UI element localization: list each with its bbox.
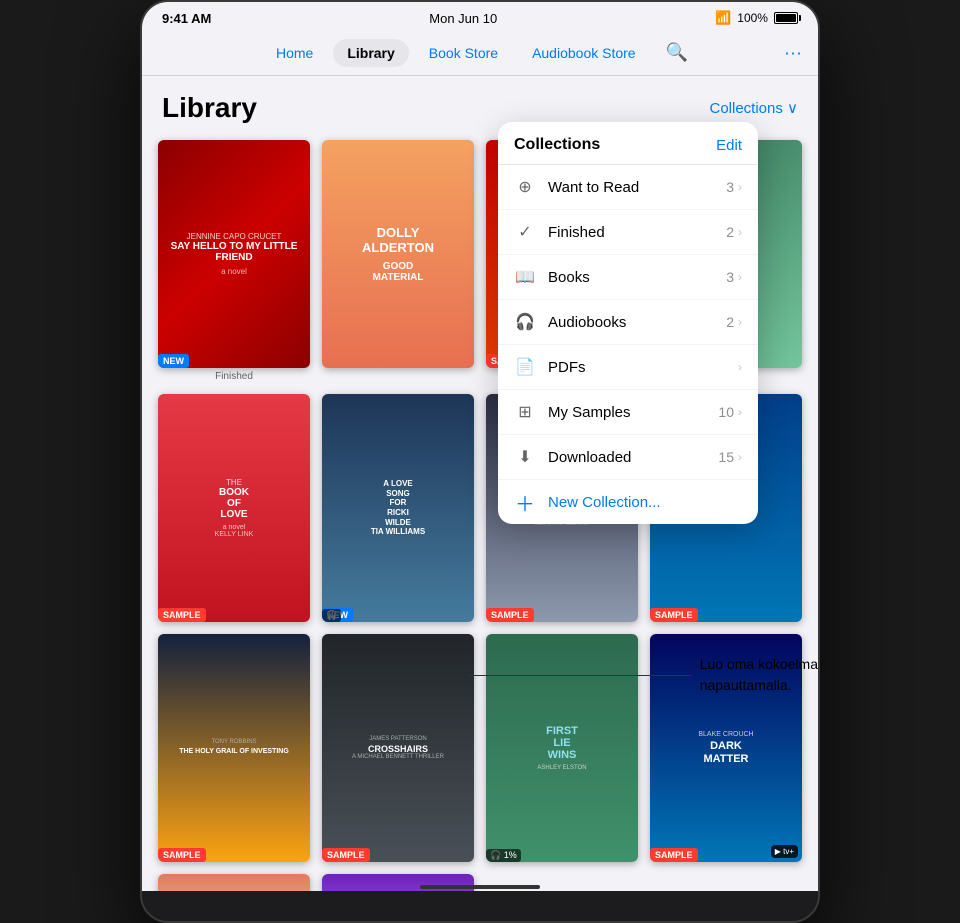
chevron-right-icon-d: › bbox=[738, 450, 742, 464]
dropdown-label-audiobooks: Audiobooks bbox=[548, 314, 726, 331]
nav-tab-home[interactable]: Home bbox=[262, 39, 327, 67]
chevron-right-icon-f: › bbox=[738, 225, 742, 239]
annotation-text: Luo oma kokoelmanapauttamalla. bbox=[700, 654, 818, 696]
dropdown-count-finished: 2 bbox=[726, 224, 734, 240]
status-date: Mon Jun 10 bbox=[429, 11, 497, 26]
book-item-love-song[interactable]: A LOVESONGFORRICKIWILDETIA WILLIAMS NEW … bbox=[322, 394, 474, 622]
annotation-area: Luo oma kokoelmanapauttamalla. bbox=[468, 654, 818, 696]
chevron-right-icon: › bbox=[738, 180, 742, 194]
dropdown-item-want-to-read[interactable]: ⊕ Want to Read 3 › bbox=[498, 165, 758, 210]
library-title: Library bbox=[162, 92, 257, 124]
chevron-right-icon-s: › bbox=[738, 405, 742, 419]
new-collection-item[interactable]: ＋ New Collection... bbox=[498, 480, 758, 524]
annotation-line bbox=[468, 675, 692, 676]
more-button[interactable]: ··· bbox=[784, 42, 802, 63]
chevron-right-icon-b: › bbox=[738, 270, 742, 284]
nav-bar: Home Library Book Store Audiobook Store … bbox=[142, 30, 818, 76]
bookmark-plus-icon: ⊕ bbox=[514, 176, 536, 198]
book-sublabel: Finished bbox=[158, 371, 310, 382]
battery-text: 100% bbox=[737, 11, 768, 25]
book-open-icon: 📖 bbox=[514, 266, 536, 288]
dropdown-count-samples: 10 bbox=[718, 404, 734, 420]
dropdown-label-books: Books bbox=[548, 269, 726, 286]
dropdown-edit-button[interactable]: Edit bbox=[716, 137, 742, 154]
dropdown-title: Collections bbox=[514, 136, 600, 154]
appletv-badge: ▶ tv+ bbox=[771, 845, 798, 858]
audio-badge: 🎧 bbox=[322, 609, 341, 622]
dropdown-count-books: 3 bbox=[726, 269, 734, 285]
dropdown-item-books[interactable]: 📖 Books 3 › bbox=[498, 255, 758, 300]
headphones-icon: 🎧 bbox=[514, 311, 536, 333]
document-icon: 📄 bbox=[514, 356, 536, 378]
book-badge-sample-hg: SAMPLE bbox=[158, 848, 206, 862]
book-item-say-hello[interactable]: JENNINE CAPO CRUCET SAY HELLO TO MY LITT… bbox=[158, 140, 310, 382]
book-badge-sample-m: SAMPLE bbox=[486, 608, 534, 622]
ipad-frame: 9:41 AM Mon Jun 10 📶 100% Home Library B… bbox=[140, 0, 820, 923]
nav-tab-bookstore[interactable]: Book Store bbox=[415, 39, 512, 67]
dropdown-header: Collections Edit bbox=[498, 122, 758, 165]
status-time: 9:41 AM bbox=[162, 11, 211, 26]
book-badge-sample-dm: SAMPLE bbox=[650, 848, 698, 862]
home-indicator bbox=[420, 885, 540, 889]
main-content: Library Collections ∨ JENNINE CAPO CRUCE… bbox=[142, 76, 818, 891]
arrow-down-circle-icon: ⬇ bbox=[514, 446, 536, 468]
status-bar: 9:41 AM Mon Jun 10 📶 100% bbox=[142, 2, 818, 30]
dropdown-label-pdfs: PDFs bbox=[548, 359, 734, 376]
dropdown-item-audiobooks[interactable]: 🎧 Audiobooks 2 › bbox=[498, 300, 758, 345]
dropdown-label-finished: Finished bbox=[548, 224, 726, 241]
book-item-book-of-love[interactable]: THE BOOKOFLOVE a novel KELLY LINK SAMPLE bbox=[158, 394, 310, 622]
collections-button[interactable]: Collections ∨ bbox=[709, 99, 798, 117]
book-item-holy-grail[interactable]: TONY ROBBINS THE HOLY GRAIL OF INVESTING… bbox=[158, 634, 310, 862]
book-item-crosshairs[interactable]: JAMES PATTERSON CROSSHAIRS A MICHAEL BEN… bbox=[322, 634, 474, 862]
wifi-icon: 📶 bbox=[715, 10, 731, 26]
book-item-good-material[interactable]: DOLLYALDERTON GOODMATERIAL bbox=[322, 140, 474, 382]
search-icon[interactable]: 🔍 bbox=[656, 36, 698, 69]
new-collection-label: New Collection... bbox=[548, 494, 661, 511]
plus-icon: ＋ bbox=[514, 491, 536, 513]
nav-tab-library[interactable]: Library bbox=[333, 39, 408, 67]
dropdown-count-want-to-read: 3 bbox=[726, 179, 734, 195]
dropdown-item-downloaded[interactable]: ⬇ Downloaded 15 › bbox=[498, 435, 758, 480]
book-badge-sample-e: SAMPLE bbox=[650, 608, 698, 622]
audio-badge-fl: 🎧 1% bbox=[486, 849, 521, 862]
chevron-right-icon-p: › bbox=[738, 360, 742, 374]
dropdown-count-audiobooks: 2 bbox=[726, 314, 734, 330]
chevron-right-icon-a: › bbox=[738, 315, 742, 329]
dropdown-label-samples: My Samples bbox=[548, 404, 718, 421]
checkmark-circle-icon: ✓ bbox=[514, 221, 536, 243]
collections-dropdown: Collections Edit ⊕ Want to Read 3 › ✓ Fi… bbox=[498, 122, 758, 524]
status-right: 📶 100% bbox=[715, 10, 798, 26]
dropdown-item-finished[interactable]: ✓ Finished 2 › bbox=[498, 210, 758, 255]
dropdown-label-downloaded: Downloaded bbox=[548, 449, 718, 466]
battery-icon bbox=[774, 12, 798, 24]
book-badge-sample-bol: SAMPLE bbox=[158, 608, 206, 622]
dropdown-item-samples[interactable]: ⊞ My Samples 10 › bbox=[498, 390, 758, 435]
dropdown-label-want-to-read: Want to Read bbox=[548, 179, 726, 196]
book-badge-new: NEW bbox=[158, 354, 189, 368]
nav-tab-audiobook[interactable]: Audiobook Store bbox=[518, 39, 650, 67]
dropdown-item-pdfs[interactable]: 📄 PDFs › bbox=[498, 345, 758, 390]
document-grid-icon: ⊞ bbox=[514, 401, 536, 423]
book-item-love2[interactable]: A LOVE bbox=[158, 874, 310, 891]
book-badge-sample-c: SAMPLE bbox=[322, 848, 370, 862]
dropdown-count-downloaded: 15 bbox=[718, 449, 734, 465]
